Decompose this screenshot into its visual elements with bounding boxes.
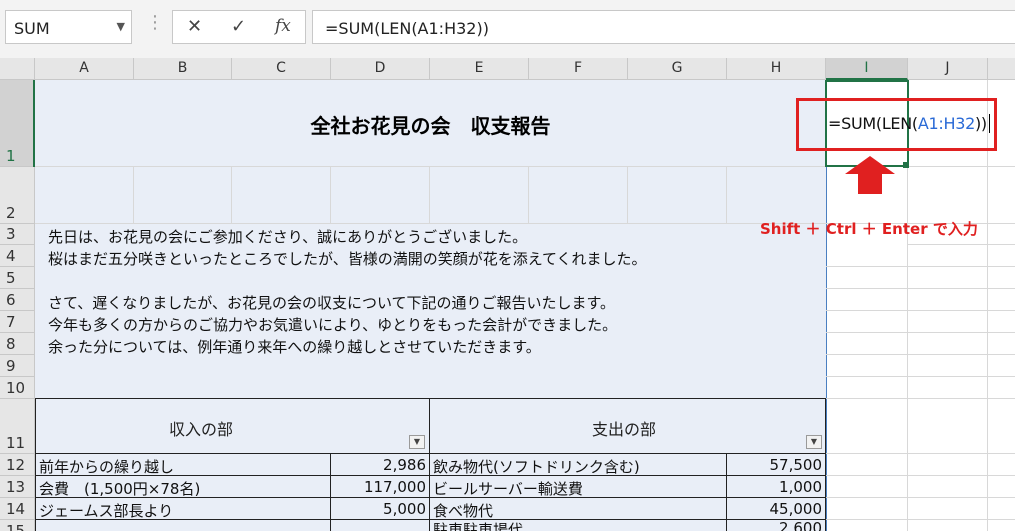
column-header-i[interactable]: I [826,58,908,80]
text-line-3: さて、遅くなりましたが、お花見の会の収支について下記の通りご報告いたします。 [48,294,616,312]
column-header-c[interactable]: C [232,58,331,80]
row-header-14[interactable]: 14 [0,498,35,520]
select-all-corner[interactable] [0,58,35,80]
worksheet-grid[interactable]: A B C D E F G H I J 1 2 3 4 5 6 7 8 9 10… [0,58,1015,531]
gridline [826,332,1015,333]
row-header-4[interactable]: 4 [0,245,35,267]
row-header-10[interactable]: 10 [0,377,35,399]
annotation-note: Shift ＋ Ctrl ＋ Enter で入力 [760,220,978,238]
formula-buttons: ✕ ✓ fx [172,10,306,44]
enter-icon[interactable]: ✓ [231,16,246,37]
gridline [528,167,529,224]
gridline [826,519,1015,520]
fill-handle[interactable] [903,162,909,168]
sheet-title: 全社お花見の会 収支報告 [310,114,551,138]
income-amount-2: 117,000 [363,478,426,496]
row-header-11[interactable]: 11 [0,399,35,454]
highlight-box [796,98,997,151]
gridline [826,398,1015,399]
gridline [627,167,628,224]
income-amount-3: 5,000 [383,500,426,518]
row-header-3[interactable]: 3 [0,224,35,245]
gridline [231,167,232,224]
formula-text: =SUM(LEN(A1:H32)) [325,19,489,38]
row-header-12[interactable]: 12 [0,454,35,476]
text-line-1: 先日は、お花見の会にご参加くださり、誠にありがとうございました。 [48,228,528,246]
column-header-g[interactable]: G [628,58,727,80]
gridline [826,310,1015,311]
gridline [826,354,1015,355]
gridline [826,288,1015,289]
column-header-d[interactable]: D [331,58,430,80]
expense-label-4: 駐車駐車場代 [433,521,524,531]
expense-label-1: 飲み物代(ソフトドリンク含む) [433,458,640,476]
column-header-a[interactable]: A [35,58,134,80]
expense-label-2: ビールサーバー輸送費 [433,480,583,498]
gridline [133,167,134,224]
expense-label-3: 食べ物代 [433,502,494,520]
row-header-13[interactable]: 13 [0,476,35,498]
income-label-2: 会費 (1,500円×78名) [39,480,201,498]
gridline [908,244,1015,245]
gridline [826,376,1015,377]
column-header-b[interactable]: B [134,58,232,80]
table-border [35,453,826,454]
filter-dropdown-icon[interactable]: ▼ [806,435,822,449]
expense-amount-1: 57,500 [769,456,823,474]
table-border [429,398,430,531]
gridline [826,266,1015,267]
table-border [35,398,36,531]
row-header-1[interactable]: 1 [0,80,35,167]
table-border [825,398,826,531]
table-border [35,398,826,399]
formula-input[interactable]: =SUM(LEN(A1:H32)) [312,10,1015,44]
more-options-icon[interactable]: ⋮ [146,14,164,32]
gridline [726,167,727,224]
insert-function-icon[interactable]: fx [275,16,291,36]
text-line-2: 桜はまだ五分咲きといったところでしたが、皆様の満開の笑顔が花を添えてくれました。 [48,250,647,268]
gridline [826,475,1015,476]
chevron-down-icon[interactable]: ▼ [117,20,125,33]
gridline [826,497,1015,498]
income-amount-1: 2,986 [383,456,426,474]
text-line-4: 今年も多くの方からのご協力やお気遣いにより、ゆとりをもった会計ができました。 [48,316,618,334]
column-header-f[interactable]: F [529,58,628,80]
row-header-9[interactable]: 9 [0,355,35,377]
name-box-value: SUM [14,19,50,38]
expense-amount-4: 2,600 [779,519,822,531]
gridline [429,167,430,224]
income-label-1: 前年からの繰り越し [39,458,175,476]
gridline [330,167,331,224]
filter-dropdown-icon[interactable]: ▼ [409,435,425,449]
column-header-h[interactable]: H [727,58,826,80]
row-header-5[interactable]: 5 [0,267,35,289]
expense-header: 支出の部 [592,420,657,439]
row-header-8[interactable]: 8 [0,333,35,355]
name-box[interactable]: SUM ▼ [5,10,132,44]
expense-amount-2: 1,000 [779,478,822,496]
gridline [35,223,826,224]
text-line-5: 余った分については、例年通り来年への繰り越しとさせていただきます。 [48,338,541,356]
column-header-e[interactable]: E [430,58,529,80]
column-header-j[interactable]: J [908,58,988,80]
row-header-2[interactable]: 2 [0,167,35,224]
gridline [35,166,826,167]
row-header-6[interactable]: 6 [0,289,35,311]
column-header-k[interactable] [988,58,1015,80]
formula-bar: SUM ▼ ⋮ ✕ ✓ fx =SUM(LEN(A1:H32)) [0,0,1015,59]
row-header-15[interactable]: 15 [0,520,35,531]
expense-amount-3: 45,000 [769,500,823,518]
gridline [826,453,1015,454]
income-header: 収入の部 [169,420,234,439]
row-header-7[interactable]: 7 [0,311,35,333]
income-label-3: ジェームス部長より [39,502,174,520]
cancel-icon[interactable]: ✕ [187,16,202,37]
up-arrow-icon [845,156,895,194]
